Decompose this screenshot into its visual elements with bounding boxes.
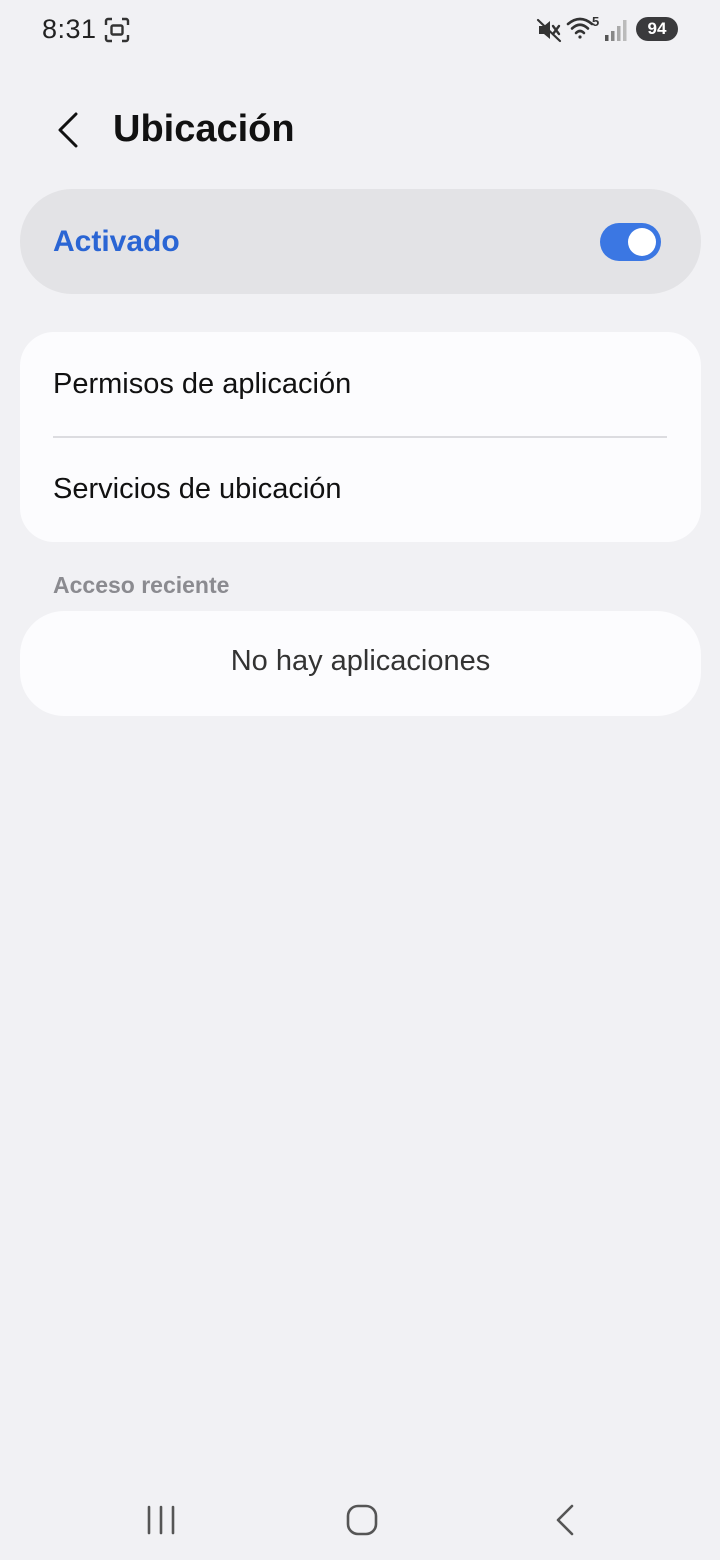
home-icon (346, 1504, 378, 1536)
wifi-icon (566, 16, 594, 40)
recent-access-empty-text: No hay aplicaciones (230, 645, 491, 677)
home-button[interactable] (332, 1498, 392, 1542)
list-item-location-services[interactable]: Servicios de ubicación (20, 437, 701, 542)
recents-button[interactable] (131, 1498, 191, 1542)
toggle-knob (628, 228, 656, 256)
chevron-left-icon (58, 112, 78, 148)
recents-icon (147, 1505, 175, 1535)
back-icon (556, 1504, 574, 1536)
screenshot-icon (103, 16, 131, 44)
status-time: 8:31 (42, 14, 97, 44)
page-title: Ubicación (113, 108, 295, 150)
signal-icon (604, 18, 630, 42)
master-switch-label: Activado (53, 225, 180, 258)
location-master-switch[interactable]: Activado (20, 189, 701, 294)
location-toggle[interactable] (600, 223, 661, 261)
location-settings-screen: 8:31 5 94 Ubicación Activado Permisos de… (0, 0, 720, 1560)
settings-list: Permisos de aplicación Servicios de ubic… (20, 332, 701, 542)
list-item-app-permissions[interactable]: Permisos de aplicación (20, 332, 701, 437)
battery-icon: 94 (636, 17, 678, 41)
mute-icon (536, 17, 562, 43)
navigation-bar (0, 1480, 720, 1560)
recent-access-header: Acceso reciente (53, 572, 230, 598)
wifi-badge: 5 (592, 14, 600, 29)
list-item-label: Servicios de ubicación (53, 473, 342, 505)
status-bar: 8:31 5 94 (0, 0, 720, 60)
back-button[interactable] (44, 104, 92, 156)
list-item-label: Permisos de aplicación (53, 368, 352, 400)
recent-access-card: No hay aplicaciones (20, 611, 701, 716)
nav-back-button[interactable] (535, 1498, 595, 1542)
